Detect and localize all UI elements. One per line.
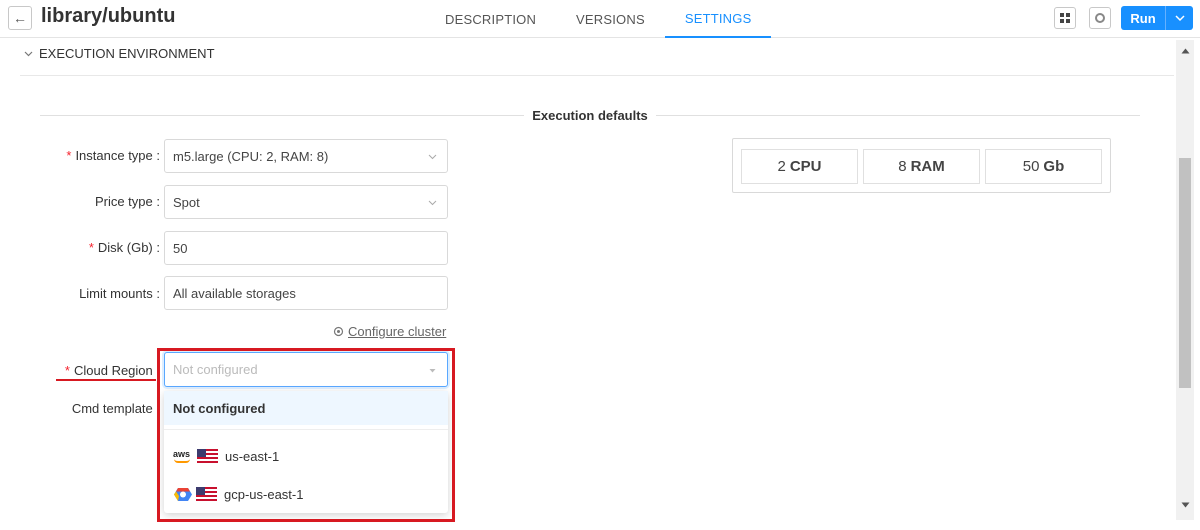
annotation-highlight [157, 348, 455, 522]
divider [656, 115, 1140, 116]
cmd-template-label: Cmd template : [71, 401, 160, 416]
tab-settings[interactable]: SETTINGS [664, 0, 772, 38]
disk-value: 50 [173, 240, 188, 256]
limit-mounts-label: Limit mounts : [79, 286, 160, 301]
scrollbar-thumb[interactable] [1179, 158, 1191, 388]
layout-button[interactable] [1054, 7, 1076, 29]
disk-input[interactable]: 50 [164, 231, 448, 265]
chevron-down-icon [24, 51, 33, 56]
grid-icon [1060, 13, 1070, 23]
settings-button[interactable] [1089, 7, 1111, 29]
fieldset-title: Execution defaults [532, 108, 648, 123]
instance-type-label: * Instance type : [66, 148, 160, 163]
back-button[interactable]: ← [8, 6, 32, 30]
scroll-up-arrow-icon[interactable] [1176, 48, 1194, 58]
tab-versions[interactable]: VERSIONS [556, 0, 665, 38]
cloud-region-label: * Cloud Region : [64, 363, 160, 378]
disk-label: * Disk (Gb) : [88, 240, 160, 255]
disk-summary: 50 Gb [985, 149, 1102, 184]
cpu-summary: 2 CPU [741, 149, 858, 184]
top-bar: ← library/ubuntu DESCRIPTION VERSIONS SE… [0, 0, 1200, 38]
run-dropdown-toggle[interactable] [1166, 14, 1193, 22]
annotation-underline [56, 379, 156, 381]
price-type-select[interactable]: Spot [164, 185, 448, 219]
scroll-down-arrow-icon[interactable] [1176, 502, 1194, 512]
configure-cluster-link[interactable]: Configure cluster [333, 324, 446, 339]
price-type-value: Spot [173, 194, 200, 210]
limit-mounts-value: All available storages [173, 285, 296, 301]
tab-bar: DESCRIPTION VERSIONS SETTINGS [425, 0, 772, 38]
chevron-down-icon [1174, 14, 1185, 21]
run-button-label: Run [1130, 10, 1156, 26]
gear-icon [333, 326, 344, 337]
gear-icon [1095, 13, 1105, 23]
vertical-scrollbar[interactable] [1176, 40, 1194, 520]
divider [20, 75, 1174, 76]
chevron-down-icon [428, 200, 437, 206]
run-button[interactable]: Run [1121, 6, 1193, 30]
limit-mounts-input[interactable]: All available storages [164, 276, 448, 310]
section-toggle[interactable]: EXECUTION ENVIRONMENT [24, 46, 215, 61]
instance-type-value: m5.large (CPU: 2, RAM: 8) [173, 148, 329, 164]
tab-description[interactable]: DESCRIPTION [425, 0, 556, 38]
instance-type-select[interactable]: m5.large (CPU: 2, RAM: 8) [164, 139, 448, 173]
price-type-label: Price type : [94, 194, 160, 209]
divider [40, 115, 524, 116]
arrow-left-icon: ← [13, 10, 27, 26]
page-title: library/ubuntu [41, 5, 176, 27]
ram-summary: 8 RAM [863, 149, 980, 184]
resource-summary: 2 CPU 8 RAM 50 Gb [732, 138, 1111, 193]
section-title: EXECUTION ENVIRONMENT [39, 46, 215, 61]
configure-cluster-label: Configure cluster [348, 324, 447, 339]
chevron-down-icon [428, 154, 437, 160]
